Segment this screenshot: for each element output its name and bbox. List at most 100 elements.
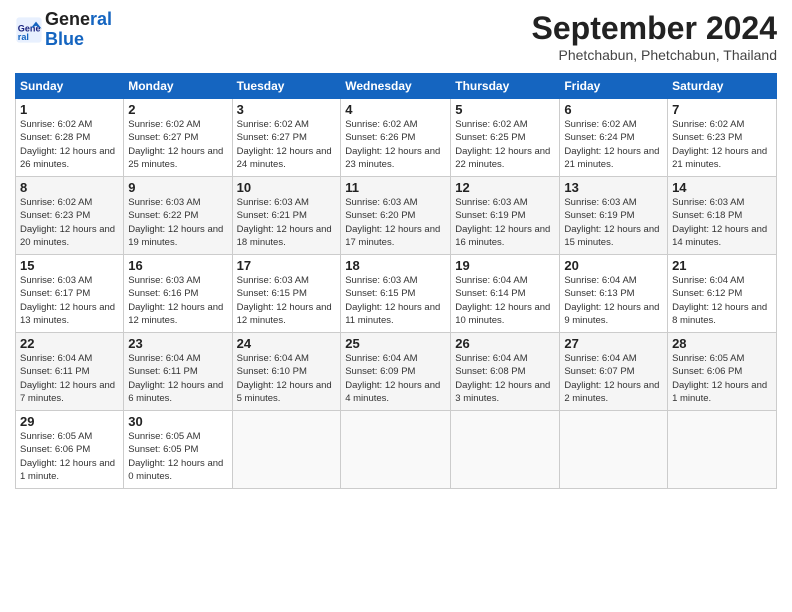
- cell-details: Sunrise: 6:03 AM Sunset: 6:21 PM Dayligh…: [237, 196, 337, 249]
- cell-details: Sunrise: 6:03 AM Sunset: 6:18 PM Dayligh…: [672, 196, 772, 249]
- table-row: 17Sunrise: 6:03 AM Sunset: 6:15 PM Dayli…: [232, 255, 341, 333]
- cell-details: Sunrise: 6:03 AM Sunset: 6:20 PM Dayligh…: [345, 196, 446, 249]
- day-number: 12: [455, 180, 555, 195]
- table-row: 19Sunrise: 6:04 AM Sunset: 6:14 PM Dayli…: [451, 255, 560, 333]
- cell-details: Sunrise: 6:04 AM Sunset: 6:10 PM Dayligh…: [237, 352, 337, 405]
- logo-icon: Gene ral: [15, 16, 43, 44]
- table-row: 3Sunrise: 6:02 AM Sunset: 6:27 PM Daylig…: [232, 99, 341, 177]
- cell-details: Sunrise: 6:04 AM Sunset: 6:11 PM Dayligh…: [128, 352, 227, 405]
- cell-details: Sunrise: 6:02 AM Sunset: 6:27 PM Dayligh…: [237, 118, 337, 171]
- day-number: 8: [20, 180, 119, 195]
- svg-text:ral: ral: [18, 32, 29, 42]
- day-number: 29: [20, 414, 119, 429]
- table-row: [232, 411, 341, 489]
- day-number: 14: [672, 180, 772, 195]
- table-row: 4Sunrise: 6:02 AM Sunset: 6:26 PM Daylig…: [341, 99, 451, 177]
- cell-details: Sunrise: 6:04 AM Sunset: 6:12 PM Dayligh…: [672, 274, 772, 327]
- table-row: 25Sunrise: 6:04 AM Sunset: 6:09 PM Dayli…: [341, 333, 451, 411]
- table-row: [668, 411, 777, 489]
- table-row: 10Sunrise: 6:03 AM Sunset: 6:21 PM Dayli…: [232, 177, 341, 255]
- table-row: 14Sunrise: 6:03 AM Sunset: 6:18 PM Dayli…: [668, 177, 777, 255]
- day-number: 23: [128, 336, 227, 351]
- cell-details: Sunrise: 6:04 AM Sunset: 6:08 PM Dayligh…: [455, 352, 555, 405]
- logo: Gene ral General Blue: [15, 10, 112, 50]
- table-row: 1Sunrise: 6:02 AM Sunset: 6:28 PM Daylig…: [16, 99, 124, 177]
- calendar-week-3: 15Sunrise: 6:03 AM Sunset: 6:17 PM Dayli…: [16, 255, 777, 333]
- month-title: September 2024: [532, 10, 777, 47]
- table-row: 30Sunrise: 6:05 AM Sunset: 6:05 PM Dayli…: [124, 411, 232, 489]
- table-row: 27Sunrise: 6:04 AM Sunset: 6:07 PM Dayli…: [560, 333, 668, 411]
- table-row: 24Sunrise: 6:04 AM Sunset: 6:10 PM Dayli…: [232, 333, 341, 411]
- cell-details: Sunrise: 6:04 AM Sunset: 6:07 PM Dayligh…: [564, 352, 663, 405]
- cell-details: Sunrise: 6:03 AM Sunset: 6:15 PM Dayligh…: [237, 274, 337, 327]
- table-row: 28Sunrise: 6:05 AM Sunset: 6:06 PM Dayli…: [668, 333, 777, 411]
- col-monday: Monday: [124, 74, 232, 99]
- table-row: 26Sunrise: 6:04 AM Sunset: 6:08 PM Dayli…: [451, 333, 560, 411]
- day-number: 20: [564, 258, 663, 273]
- header-row-days: Sunday Monday Tuesday Wednesday Thursday…: [16, 74, 777, 99]
- cell-details: Sunrise: 6:04 AM Sunset: 6:13 PM Dayligh…: [564, 274, 663, 327]
- calendar-table: Sunday Monday Tuesday Wednesday Thursday…: [15, 73, 777, 489]
- day-number: 25: [345, 336, 446, 351]
- day-number: 4: [345, 102, 446, 117]
- table-row: 22Sunrise: 6:04 AM Sunset: 6:11 PM Dayli…: [16, 333, 124, 411]
- table-row: 21Sunrise: 6:04 AM Sunset: 6:12 PM Dayli…: [668, 255, 777, 333]
- table-row: 6Sunrise: 6:02 AM Sunset: 6:24 PM Daylig…: [560, 99, 668, 177]
- cell-details: Sunrise: 6:03 AM Sunset: 6:15 PM Dayligh…: [345, 274, 446, 327]
- cell-details: Sunrise: 6:02 AM Sunset: 6:24 PM Dayligh…: [564, 118, 663, 171]
- day-number: 28: [672, 336, 772, 351]
- cell-details: Sunrise: 6:05 AM Sunset: 6:06 PM Dayligh…: [20, 430, 119, 483]
- day-number: 7: [672, 102, 772, 117]
- day-number: 13: [564, 180, 663, 195]
- table-row: [560, 411, 668, 489]
- table-row: 12Sunrise: 6:03 AM Sunset: 6:19 PM Dayli…: [451, 177, 560, 255]
- table-row: 29Sunrise: 6:05 AM Sunset: 6:06 PM Dayli…: [16, 411, 124, 489]
- day-number: 19: [455, 258, 555, 273]
- day-number: 30: [128, 414, 227, 429]
- cell-details: Sunrise: 6:03 AM Sunset: 6:17 PM Dayligh…: [20, 274, 119, 327]
- cell-details: Sunrise: 6:02 AM Sunset: 6:23 PM Dayligh…: [20, 196, 119, 249]
- cell-details: Sunrise: 6:04 AM Sunset: 6:09 PM Dayligh…: [345, 352, 446, 405]
- day-number: 3: [237, 102, 337, 117]
- main-container: Gene ral General Blue September 2024 Phe…: [0, 0, 792, 499]
- day-number: 21: [672, 258, 772, 273]
- table-row: 15Sunrise: 6:03 AM Sunset: 6:17 PM Dayli…: [16, 255, 124, 333]
- table-row: 16Sunrise: 6:03 AM Sunset: 6:16 PM Dayli…: [124, 255, 232, 333]
- day-number: 26: [455, 336, 555, 351]
- logo-text: General: [45, 10, 112, 30]
- col-friday: Friday: [560, 74, 668, 99]
- day-number: 18: [345, 258, 446, 273]
- cell-details: Sunrise: 6:02 AM Sunset: 6:28 PM Dayligh…: [20, 118, 119, 171]
- col-tuesday: Tuesday: [232, 74, 341, 99]
- table-row: 20Sunrise: 6:04 AM Sunset: 6:13 PM Dayli…: [560, 255, 668, 333]
- calendar-week-5: 29Sunrise: 6:05 AM Sunset: 6:06 PM Dayli…: [16, 411, 777, 489]
- cell-details: Sunrise: 6:04 AM Sunset: 6:11 PM Dayligh…: [20, 352, 119, 405]
- day-number: 22: [20, 336, 119, 351]
- cell-details: Sunrise: 6:03 AM Sunset: 6:19 PM Dayligh…: [564, 196, 663, 249]
- logo-text2: Blue: [45, 30, 112, 50]
- cell-details: Sunrise: 6:05 AM Sunset: 6:05 PM Dayligh…: [128, 430, 227, 483]
- day-number: 9: [128, 180, 227, 195]
- day-number: 2: [128, 102, 227, 117]
- day-number: 5: [455, 102, 555, 117]
- col-sunday: Sunday: [16, 74, 124, 99]
- location: Phetchabun, Phetchabun, Thailand: [532, 47, 777, 63]
- col-wednesday: Wednesday: [341, 74, 451, 99]
- table-row: 13Sunrise: 6:03 AM Sunset: 6:19 PM Dayli…: [560, 177, 668, 255]
- cell-details: Sunrise: 6:03 AM Sunset: 6:19 PM Dayligh…: [455, 196, 555, 249]
- calendar-week-1: 1Sunrise: 6:02 AM Sunset: 6:28 PM Daylig…: [16, 99, 777, 177]
- table-row: 8Sunrise: 6:02 AM Sunset: 6:23 PM Daylig…: [16, 177, 124, 255]
- day-number: 16: [128, 258, 227, 273]
- cell-details: Sunrise: 6:02 AM Sunset: 6:27 PM Dayligh…: [128, 118, 227, 171]
- table-row: 9Sunrise: 6:03 AM Sunset: 6:22 PM Daylig…: [124, 177, 232, 255]
- col-saturday: Saturday: [668, 74, 777, 99]
- table-row: 23Sunrise: 6:04 AM Sunset: 6:11 PM Dayli…: [124, 333, 232, 411]
- table-row: 18Sunrise: 6:03 AM Sunset: 6:15 PM Dayli…: [341, 255, 451, 333]
- calendar-week-2: 8Sunrise: 6:02 AM Sunset: 6:23 PM Daylig…: [16, 177, 777, 255]
- cell-details: Sunrise: 6:02 AM Sunset: 6:23 PM Dayligh…: [672, 118, 772, 171]
- header-row: Gene ral General Blue September 2024 Phe…: [15, 10, 777, 67]
- day-number: 1: [20, 102, 119, 117]
- cell-details: Sunrise: 6:02 AM Sunset: 6:25 PM Dayligh…: [455, 118, 555, 171]
- day-number: 24: [237, 336, 337, 351]
- col-thursday: Thursday: [451, 74, 560, 99]
